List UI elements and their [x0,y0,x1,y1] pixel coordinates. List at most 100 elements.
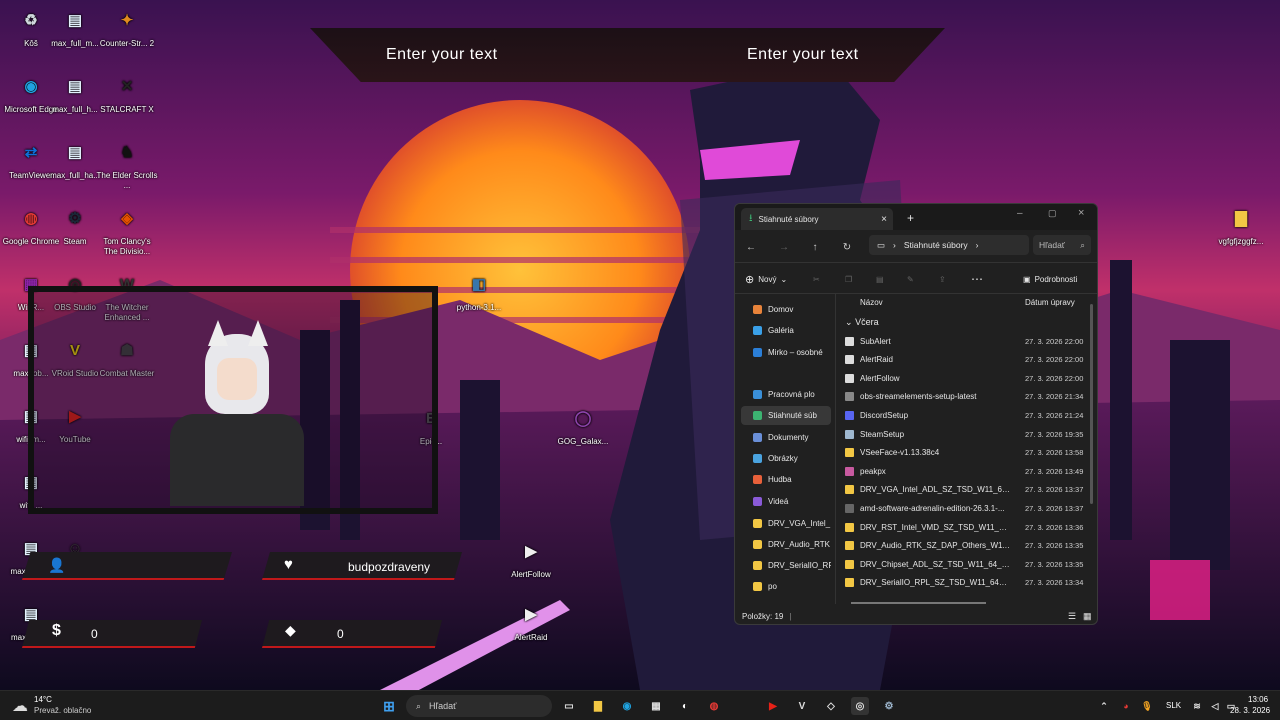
list-view-icon[interactable]: ☰ [1068,611,1076,622]
sidebar-item[interactable]: po [741,577,831,596]
start-button[interactable]: ⊞ [380,697,398,715]
wifi-icon[interactable]: ≋ [1188,697,1206,715]
close-tab-icon[interactable]: × [881,214,887,225]
cut-icon[interactable]: ✂ [813,270,820,288]
sidebar-item[interactable]: DRV_Audio_RTK [741,535,831,554]
paste-icon[interactable]: ▤ [876,270,884,288]
sidebar-item[interactable]: DRV_VGA_Intel_ [741,514,831,533]
vroid-icon[interactable]: V [793,697,811,715]
status-bar: Položky: 19 | [742,611,792,621]
group-header[interactable]: ⌄ Včera [845,317,879,328]
discord-icon[interactable]: ◐ [676,697,694,715]
tab-downloads[interactable]: ⭳ Stiahnuté súbory × [741,208,893,230]
more-options-icon[interactable]: ⋯ [971,270,983,288]
taskbar-search[interactable]: ⌕ Hľadať [406,695,552,717]
store-icon[interactable]: ▦ [647,697,665,715]
desktop-icon[interactable]: ◧ python-3.1... [448,270,510,313]
desktop-icon[interactable]: ◯ GOG_Galax... [552,404,614,447]
sidebar-item-label: Obrázky [768,454,798,463]
file-icon [845,559,854,569]
file-row[interactable]: DRV_SerialIO_RPL_SZ_TSD_W11_64_V3010... 2… [845,574,1095,592]
file-row[interactable]: VSeeFace-v1.13.38c4 27. 3. 2026 13:58 [845,444,1095,462]
sidebar-item[interactable]: Galéria [741,321,831,340]
sidebar-item[interactable]: Videá [741,492,831,511]
obs-icon[interactable]: ◎ [851,697,869,715]
file-row[interactable]: SubAlert 27. 3. 2026 22:00 [845,332,1095,350]
file-row[interactable]: AlertFollow 27. 3. 2026 22:00 [845,369,1095,387]
file-row[interactable]: peakpx 27. 3. 2026 13:49 [845,462,1095,480]
sidebar-item[interactable]: Stiahnuté súb [741,406,831,425]
vertical-scrollbar[interactable] [1090,304,1093,504]
file-row[interactable]: DRV_RST_Intel_VMD_SZ_TSD_W11_64_V2... 27.… [845,518,1095,536]
desktop-icon[interactable]: ▶ AlertRaid [500,600,562,643]
sidebar-item[interactable]: Dokumenty [741,428,831,447]
file-row[interactable]: DRV_Chipset_ADL_SZ_TSD_W11_64_V101... 27.… [845,555,1095,573]
sidebar-item[interactable]: Hudba [741,470,831,489]
sidebar-item[interactable]: Obrázky [741,449,831,468]
desktop-icon[interactable]: ▇ vgfgfjzggfz... [1210,204,1272,247]
chrome-icon[interactable]: ◍ [705,697,723,715]
file-row[interactable]: DiscordSetup 27. 3. 2026 21:24 [845,406,1095,424]
folder-icon [753,348,762,357]
new-tab-button[interactable]: + [907,211,914,225]
copy-icon[interactable]: ❐ [845,270,852,288]
clock-date[interactable]: 28. 3. 2026 [1230,706,1270,715]
steam-icon[interactable]: ⚙ [880,697,898,715]
sidebar-item[interactable]: Mirko – osobné [741,343,831,362]
close-button[interactable]: × [1078,207,1084,219]
sidebar-item[interactable]: DRV_SerialIO_RF [741,556,831,575]
sidebar-item-label: Videá [768,497,789,506]
desktop-icon[interactable]: ▶ AlertFollow [500,537,562,580]
address-bar[interactable]: ▭ › Stiahnuté súbory › [869,235,1029,255]
file-name: SteamSetup [860,429,905,439]
search-input[interactable]: Hľadať ⌕ [1033,235,1091,255]
file-row[interactable]: AlertRaid 27. 3. 2026 22:00 [845,351,1095,369]
share-icon[interactable]: ⇪ [939,270,946,288]
file-name: AlertRaid [860,355,893,365]
file-row[interactable]: DRV_Audio_RTK_SZ_DAP_Others_W11_64... 27.… [845,537,1095,555]
sidebar-item[interactable]: Pracovná plo [741,385,831,404]
file-explorer-icon[interactable]: ▇ [589,697,607,715]
details-button[interactable]: ▣ Podrobnosti [1023,270,1077,288]
up-button[interactable]: ↑ [807,239,823,255]
new-button[interactable]: ⊕ Nový ⌄ [745,270,787,288]
language-indicator[interactable]: SLK [1166,701,1181,710]
speaker-tray-icon[interactable]: ◕ [1117,697,1135,715]
file-icon [845,578,854,588]
desktop-icon[interactable]: ♞ The Elder Scrolls ... [96,138,158,191]
edge-icon[interactable]: ◉ [618,697,636,715]
clock-time[interactable]: 13:06 [1248,695,1268,704]
horizontal-scrollbar[interactable] [851,602,986,604]
file-icon: ▤ [67,144,83,161]
file-icon [845,541,854,551]
forward-button[interactable]: → [776,239,792,255]
sidebar-item-label: DRV_VGA_Intel_ [768,519,831,528]
mic-icon[interactable]: 🎙 [1138,697,1156,715]
rename-icon[interactable]: ✎ [907,270,914,288]
column-name[interactable]: Názov [860,298,883,307]
file-row[interactable]: obs-streamelements-setup-latest 27. 3. 20… [845,388,1095,406]
refresh-button[interactable]: ↻ [839,239,855,255]
desktop-icon[interactable]: ✕ STALCRAFT X [96,72,158,115]
grid-view-icon[interactable]: ▦ [1083,611,1092,622]
weather-widget[interactable]: ☁ 14°C Prevaž. oblačno [10,695,120,717]
chevron-down-icon: ⌄ [845,317,853,327]
maximize-button[interactable]: ▢ [1048,208,1057,219]
vtuber-avatar [162,314,312,506]
column-date[interactable]: Dátum úpravy [1025,298,1075,307]
file-row[interactable]: amd-software-adrenalin-edition-26.3.1-..… [845,499,1095,517]
sidebar-item[interactable]: Domov [741,300,831,319]
task-view-icon[interactable]: ▭ [560,697,578,715]
back-button[interactable]: ← [743,239,759,255]
edge-icon: ◉ [24,78,38,95]
file-row[interactable]: SteamSetup 27. 3. 2026 19:35 [845,425,1095,443]
desktop-icon[interactable]: ✦ Counter-Str... 2 [96,6,158,49]
desktop-icon[interactable]: ◈ Tom Clancy's The Divisio... [96,204,158,257]
file-explorer-window[interactable]: ⭳ Stiahnuté súbory × + – ▢ × ← → ↑ ↻ ▭ ›… [734,203,1098,625]
youtube-icon[interactable]: ▶ [764,697,782,715]
folder-icon [753,433,762,442]
tray-chevron-icon[interactable]: ⌃ [1095,697,1113,715]
file-row[interactable]: DRV_VGA_Intel_ADL_SZ_TSD_W11_64_V3... 27.… [845,481,1095,499]
unity-icon[interactable]: ◇ [822,697,840,715]
minimize-button[interactable]: – [1017,208,1023,219]
